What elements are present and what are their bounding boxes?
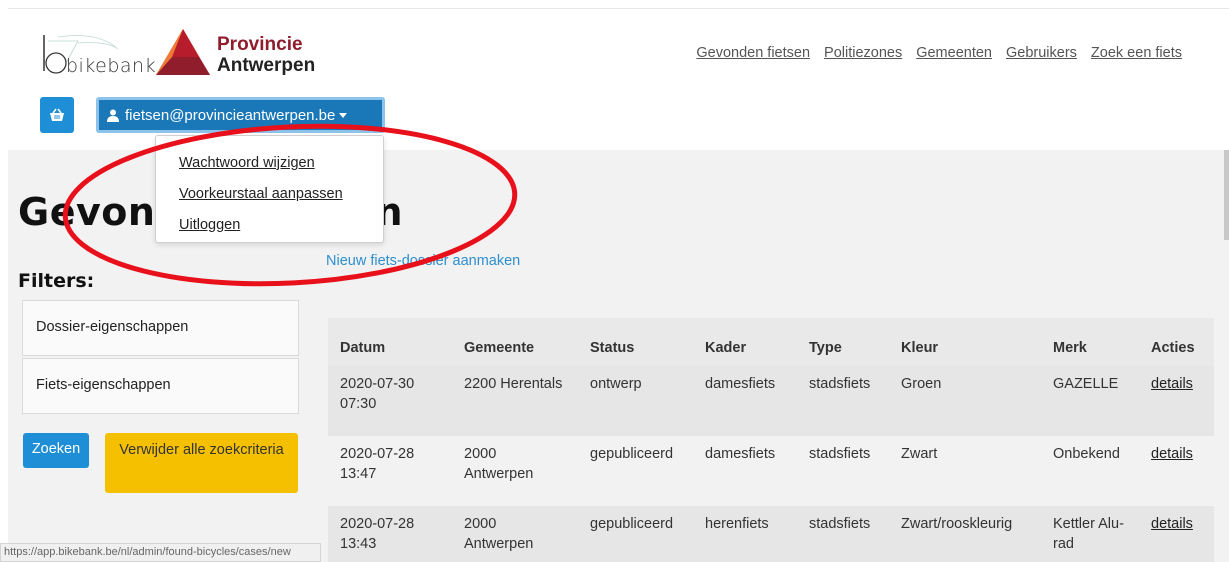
col-gemeente[interactable]: Gemeente	[452, 318, 578, 366]
cell-acties: details	[1139, 506, 1214, 562]
user-dropdown-menu: Wachtwoord wijzigen Voorkeurstaal aanpas…	[155, 135, 384, 243]
table-header-row: Datum Gemeente Status Kader Type Kleur M…	[328, 318, 1214, 366]
new-case-link[interactable]: Nieuw fiets-dossier aanmaken	[326, 253, 520, 269]
cell-datum: 2020-07-28 13:43	[328, 506, 452, 562]
menu-logout[interactable]: Uitloggen	[179, 210, 383, 241]
cell-gemeente: 2000 Antwerpen	[452, 506, 578, 562]
cell-type: stadsfiets	[797, 436, 889, 506]
col-status[interactable]: Status	[578, 318, 693, 366]
cell-datum: 2020-07-30 07:30	[328, 366, 452, 436]
user-icon	[107, 109, 119, 122]
nav-zoek-een-fiets[interactable]: Zoek een fiets	[1091, 45, 1182, 61]
nav-gebruikers[interactable]: Gebruikers	[1006, 45, 1077, 61]
cell-merk: Kettler Alu-rad	[1041, 506, 1139, 562]
filter-panel-fiets[interactable]: Fiets-eigenschappen	[22, 358, 299, 414]
col-kleur[interactable]: Kleur	[889, 318, 1041, 366]
cell-type: stadsfiets	[797, 506, 889, 562]
nav-gevonden-fietsen[interactable]: Gevonden fietsen	[696, 45, 810, 61]
provincie-antwerpen-logo[interactable]	[154, 27, 212, 77]
cell-merk: Onbekend	[1041, 436, 1139, 506]
cell-kader: damesfiets	[693, 366, 797, 436]
nav-gemeenten[interactable]: Gemeenten	[916, 45, 992, 61]
col-type[interactable]: Type	[797, 318, 889, 366]
search-button[interactable]: Zoeken	[23, 433, 89, 468]
cell-gemeente: 2000 Antwerpen	[452, 436, 578, 506]
col-kader[interactable]: Kader	[693, 318, 797, 366]
cases-table: Datum Gemeente Status Kader Type Kleur M…	[328, 318, 1214, 562]
col-merk[interactable]: Merk	[1041, 318, 1139, 366]
cell-acties: details	[1139, 366, 1214, 436]
bikebank-wordmark: bikebank	[66, 55, 157, 77]
basket-button[interactable]	[40, 97, 74, 133]
cell-merk: GAZELLE	[1041, 366, 1139, 436]
col-acties: Acties	[1139, 318, 1214, 366]
filters-heading: Filters:	[18, 270, 95, 292]
table-row: 2020-07-28 13:43 2000 Antwerpen gepublic…	[328, 506, 1214, 562]
header: bikebank Provincie Antwerpen Gevonden fi…	[8, 8, 1229, 150]
clear-filters-button[interactable]: Verwijder alle zoekcriteria	[105, 433, 298, 493]
basket-icon	[50, 108, 64, 121]
browser-status-url: https://app.bikebank.be/nl/admin/found-b…	[0, 543, 321, 562]
filter-panel-dossier[interactable]: Dossier-eigenschappen	[22, 300, 299, 356]
cell-datum: 2020-07-28 13:47	[328, 436, 452, 506]
cell-status: gepubliceerd	[578, 436, 693, 506]
cell-kleur: Zwart	[889, 436, 1041, 506]
provincie-wordmark: Provincie Antwerpen	[217, 34, 315, 76]
cell-gemeente: 2200 Herentals	[452, 366, 578, 436]
main-nav: Gevonden fietsen Politiezones Gemeenten …	[696, 45, 1182, 61]
table-row: 2020-07-28 13:47 2000 Antwerpen gepublic…	[328, 436, 1214, 506]
caret-down-icon	[339, 112, 348, 118]
cell-kader: herenfiets	[693, 506, 797, 562]
cell-acties: details	[1139, 436, 1214, 506]
cell-status: ontwerp	[578, 366, 693, 436]
page: bikebank Provincie Antwerpen Gevonden fi…	[8, 8, 1229, 562]
cell-status: gepubliceerd	[578, 506, 693, 562]
cell-kleur: Groen	[889, 366, 1041, 436]
provincie-line1: Provincie	[217, 34, 303, 55]
details-link[interactable]: details	[1151, 376, 1193, 392]
details-link[interactable]: details	[1151, 446, 1193, 462]
details-link[interactable]: details	[1151, 516, 1193, 532]
menu-language-preference[interactable]: Voorkeurstaal aanpassen	[179, 179, 383, 210]
cell-type: stadsfiets	[797, 366, 889, 436]
scrollbar[interactable]	[1224, 150, 1229, 240]
user-email: fietsen@provincieantwerpen.be	[125, 106, 336, 124]
user-menu-button[interactable]: fietsen@provincieantwerpen.be	[96, 97, 385, 133]
nav-politiezones[interactable]: Politiezones	[824, 45, 902, 61]
col-datum[interactable]: Datum	[328, 318, 452, 366]
provincie-line2: Antwerpen	[217, 55, 316, 76]
cell-kleur: Zwart/rooskleurig	[889, 506, 1041, 562]
cell-kader: damesfiets	[693, 436, 797, 506]
menu-change-password[interactable]: Wachtwoord wijzigen	[179, 148, 383, 179]
table-row: 2020-07-30 07:30 2200 Herentals ontwerp …	[328, 366, 1214, 436]
